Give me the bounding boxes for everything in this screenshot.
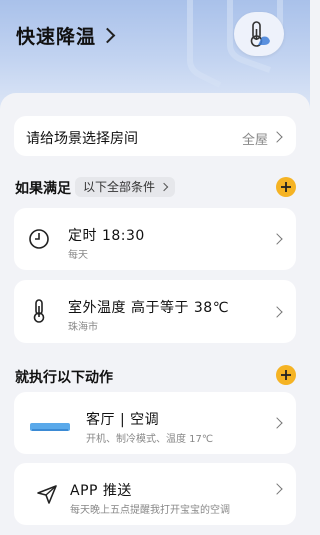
room-selector-label: 请给场景选择房间 [26, 131, 138, 147]
scene-icon-button[interactable] [234, 12, 284, 56]
chevron-right-icon [271, 306, 283, 318]
chevron-right-icon [159, 182, 169, 192]
action-subtitle: 每天晚上五点提醒我打开宝宝的空调 [70, 505, 230, 516]
room-selector-value: 全屋 [241, 133, 268, 148]
add-condition-button[interactable] [276, 177, 296, 197]
condition-subtitle: 珠海市 [68, 322, 98, 333]
condition-subtitle: 每天 [68, 250, 88, 261]
chevron-right-icon [271, 417, 283, 429]
chevron-right-icon [99, 27, 116, 44]
chevron-right-icon [271, 483, 283, 495]
add-action-button[interactable] [276, 365, 296, 385]
chevron-right-icon [271, 233, 283, 245]
action-subtitle: 开机、制冷模式、温度 17℃ [86, 434, 214, 445]
chevron-right-icon [271, 131, 283, 143]
room-selector[interactable]: 请给场景选择房间 全屋 [14, 116, 296, 156]
condition-item-temperature[interactable]: 室外温度 高于等于 38℃ 珠海市 [14, 280, 296, 343]
action-title: 客厅 | 空调 [86, 412, 160, 428]
conditions-label: 如果满足 [15, 181, 71, 197]
condition-mode-label: 以下全部条件 [83, 180, 156, 194]
action-title: APP 推送 [70, 483, 132, 499]
send-icon [36, 483, 58, 505]
thermometer-icon [250, 21, 270, 47]
title-row[interactable]: 快速降温 [16, 22, 116, 49]
thermometer-icon [28, 298, 50, 324]
action-item-air-conditioner[interactable]: 客厅 | 空调 开机、制冷模式、温度 17℃ [14, 392, 296, 454]
action-item-app-push[interactable]: APP 推送 每天晚上五点提醒我打开宝宝的空调 [14, 463, 296, 525]
condition-item-time[interactable]: 定时 18:30 每天 [14, 208, 296, 270]
air-conditioner-icon [30, 418, 70, 431]
page-title: 快速降温 [16, 26, 97, 48]
condition-mode-selector[interactable]: 以下全部条件 [75, 177, 176, 197]
plus-icon [281, 182, 291, 192]
plus-icon [281, 370, 291, 380]
condition-title: 定时 18:30 [68, 228, 145, 244]
clock-icon [28, 226, 50, 252]
actions-label: 就执行以下动作 [15, 370, 113, 386]
condition-title: 室外温度 高于等于 38℃ [68, 300, 229, 316]
